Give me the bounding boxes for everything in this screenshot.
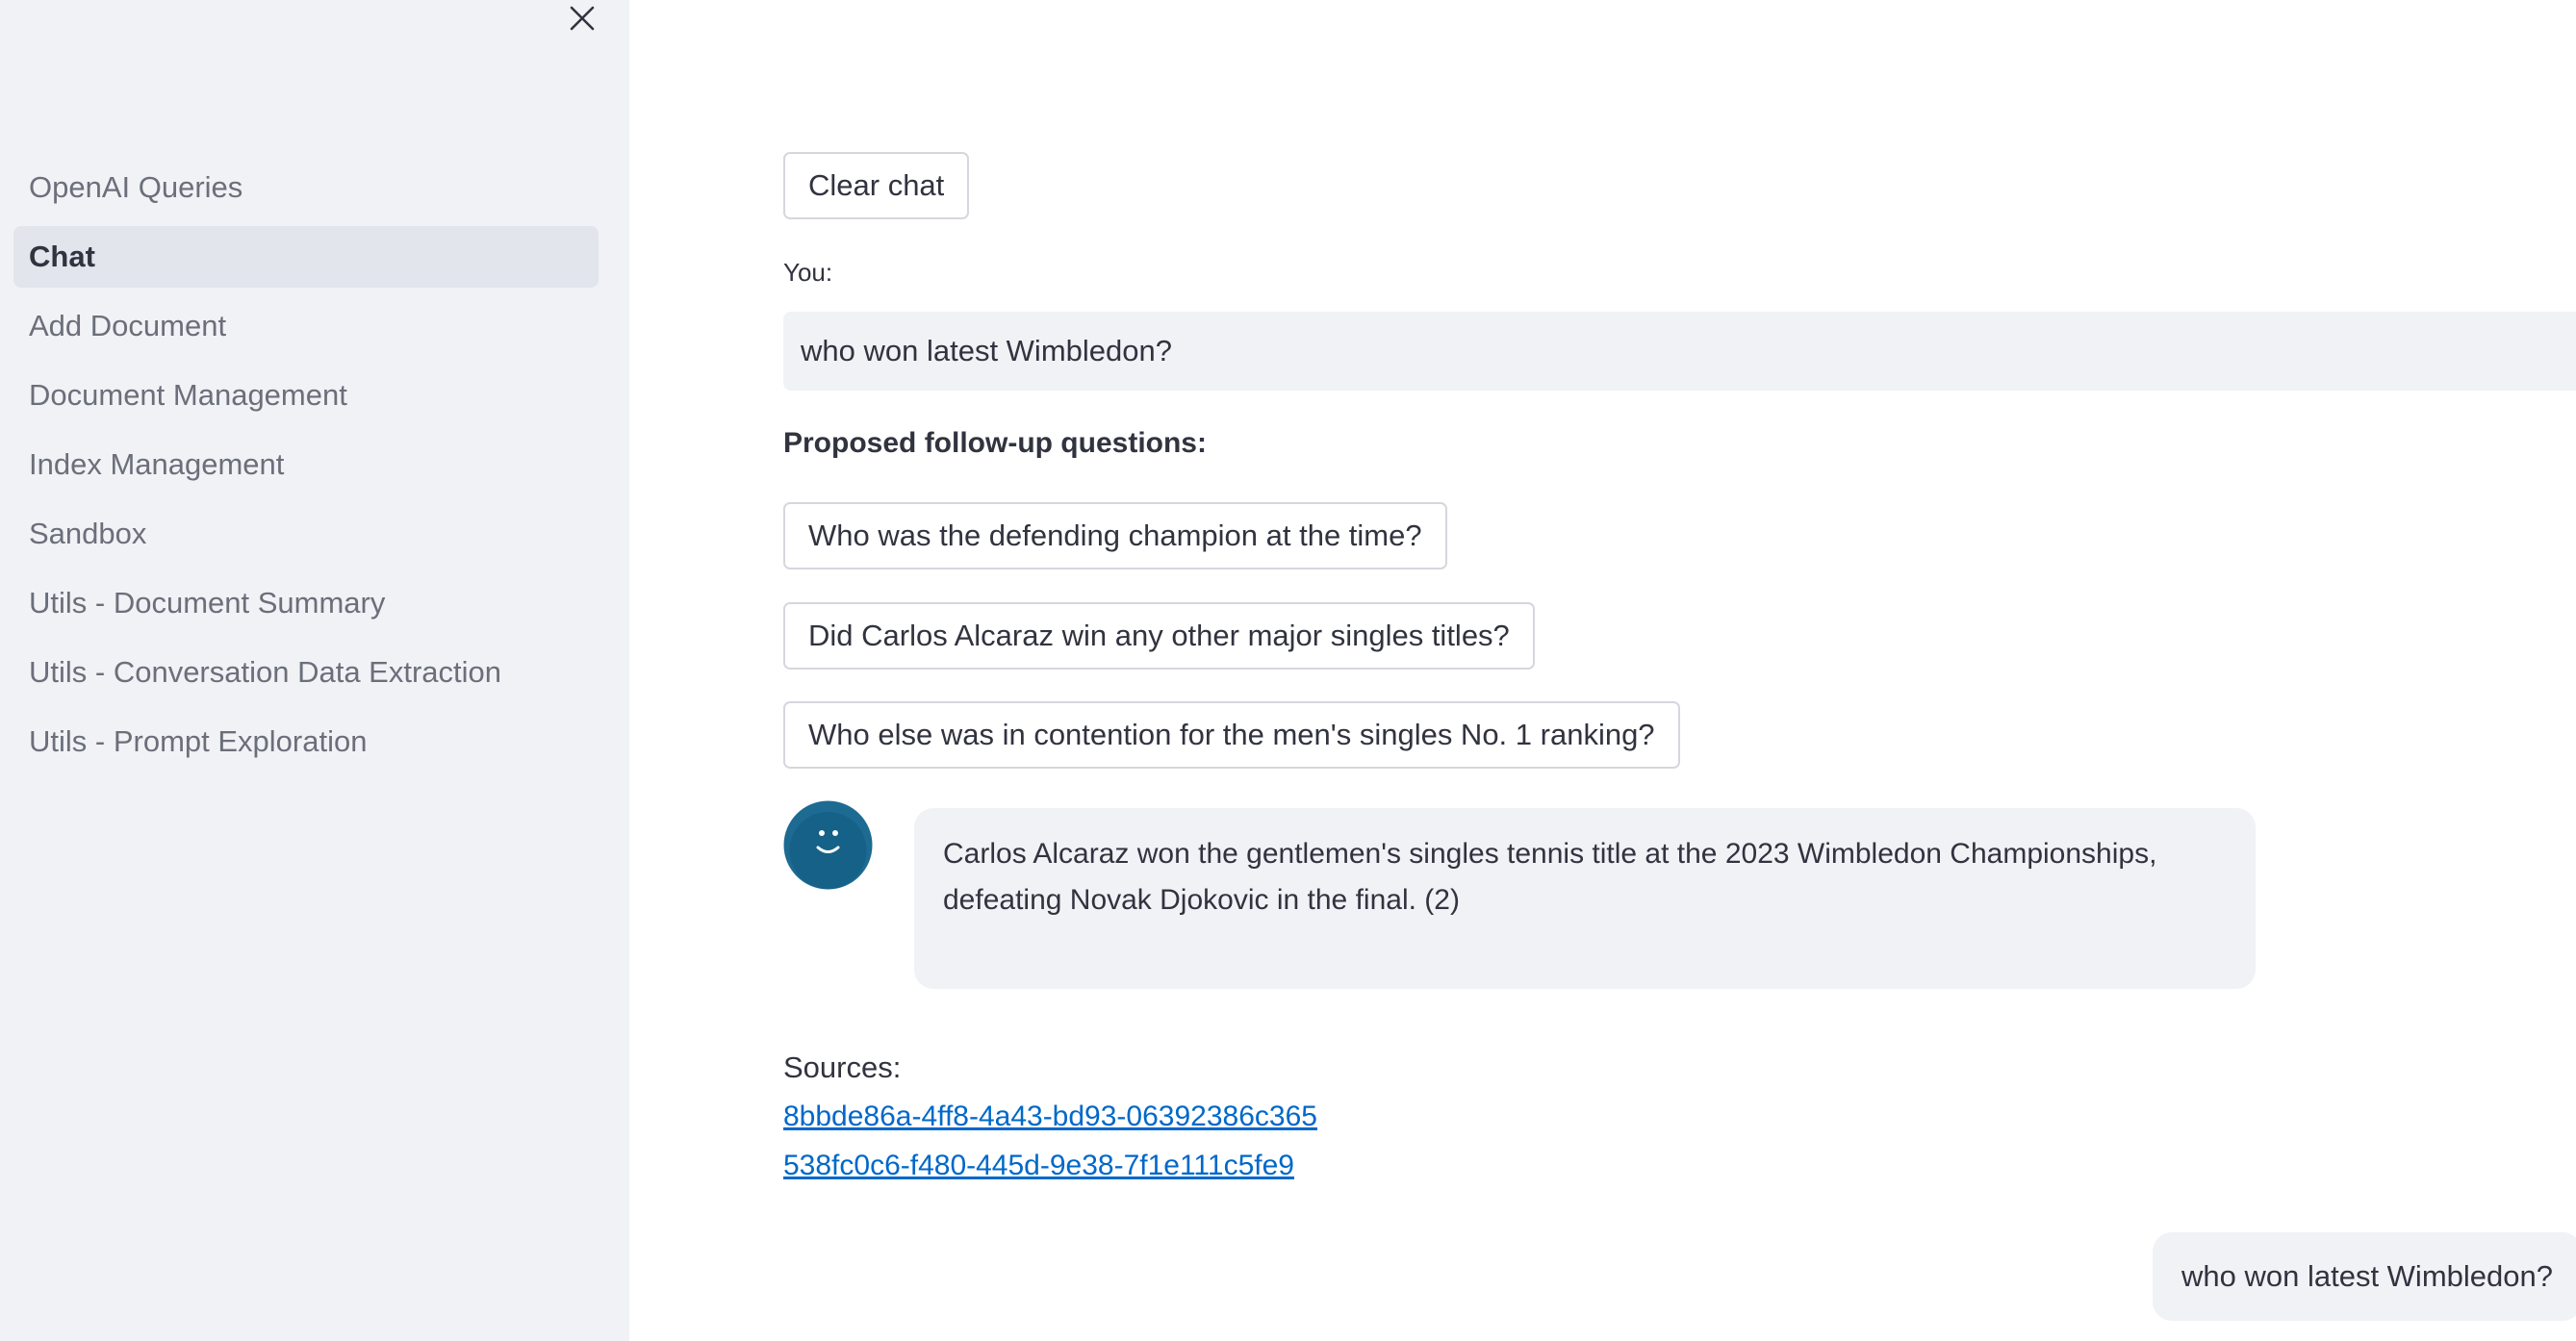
followup-button[interactable]: Did Carlos Alcaraz win any other major s… [783,602,1535,670]
sources-label: Sources: [783,1050,902,1084]
close-icon [570,6,595,31]
sidebar-item-utils-prompt-exploration[interactable]: Utils - Prompt Exploration [13,711,599,772]
source-link[interactable]: 8bbde86a-4ff8-4a43-bd93-06392386c365 [783,1101,1317,1133]
sidebar-item-chat[interactable]: Chat [13,226,599,288]
you-input[interactable]: who won latest Wimbledon? [783,312,2576,391]
sidebar-item-index-management[interactable]: Index Management [13,434,599,495]
sidebar-nav: OpenAI Queries Chat Add Document Documen… [13,157,599,780]
smiley-icon [783,800,873,890]
followup-title: Proposed follow-up questions: [783,427,1207,459]
sidebar-item-utils-document-summary[interactable]: Utils - Document Summary [13,572,599,634]
assistant-avatar [783,800,873,890]
you-label: You: [783,258,833,287]
clear-chat-button[interactable]: Clear chat [783,152,970,219]
sidebar-item-utils-conversation-data-extraction[interactable]: Utils - Conversation Data Extraction [13,642,599,703]
followup-button[interactable]: Who was the defending champion at the ti… [783,502,1447,569]
sidebar-item-sandbox[interactable]: Sandbox [13,503,599,565]
user-message: who won latest Wimbledon? [2153,1232,2576,1321]
source-link[interactable]: 538fc0c6-f480-445d-9e38-7f1e111c5fe9 [783,1150,1294,1182]
sidebar-item-document-management[interactable]: Document Management [13,365,599,426]
sidebar: OpenAI Queries Chat Add Document Documen… [0,0,629,1341]
close-sidebar-button[interactable] [566,2,599,35]
followup-button[interactable]: Who else was in contention for the men's… [783,701,1680,769]
assistant-message: Carlos Alcaraz won the gentlemen's singl… [914,808,2256,989]
sidebar-item-openai-queries[interactable]: OpenAI Queries [13,157,599,218]
main-content: Clear chat You: who won latest Wimbledon… [629,0,2576,1341]
sidebar-item-add-document[interactable]: Add Document [13,295,599,357]
